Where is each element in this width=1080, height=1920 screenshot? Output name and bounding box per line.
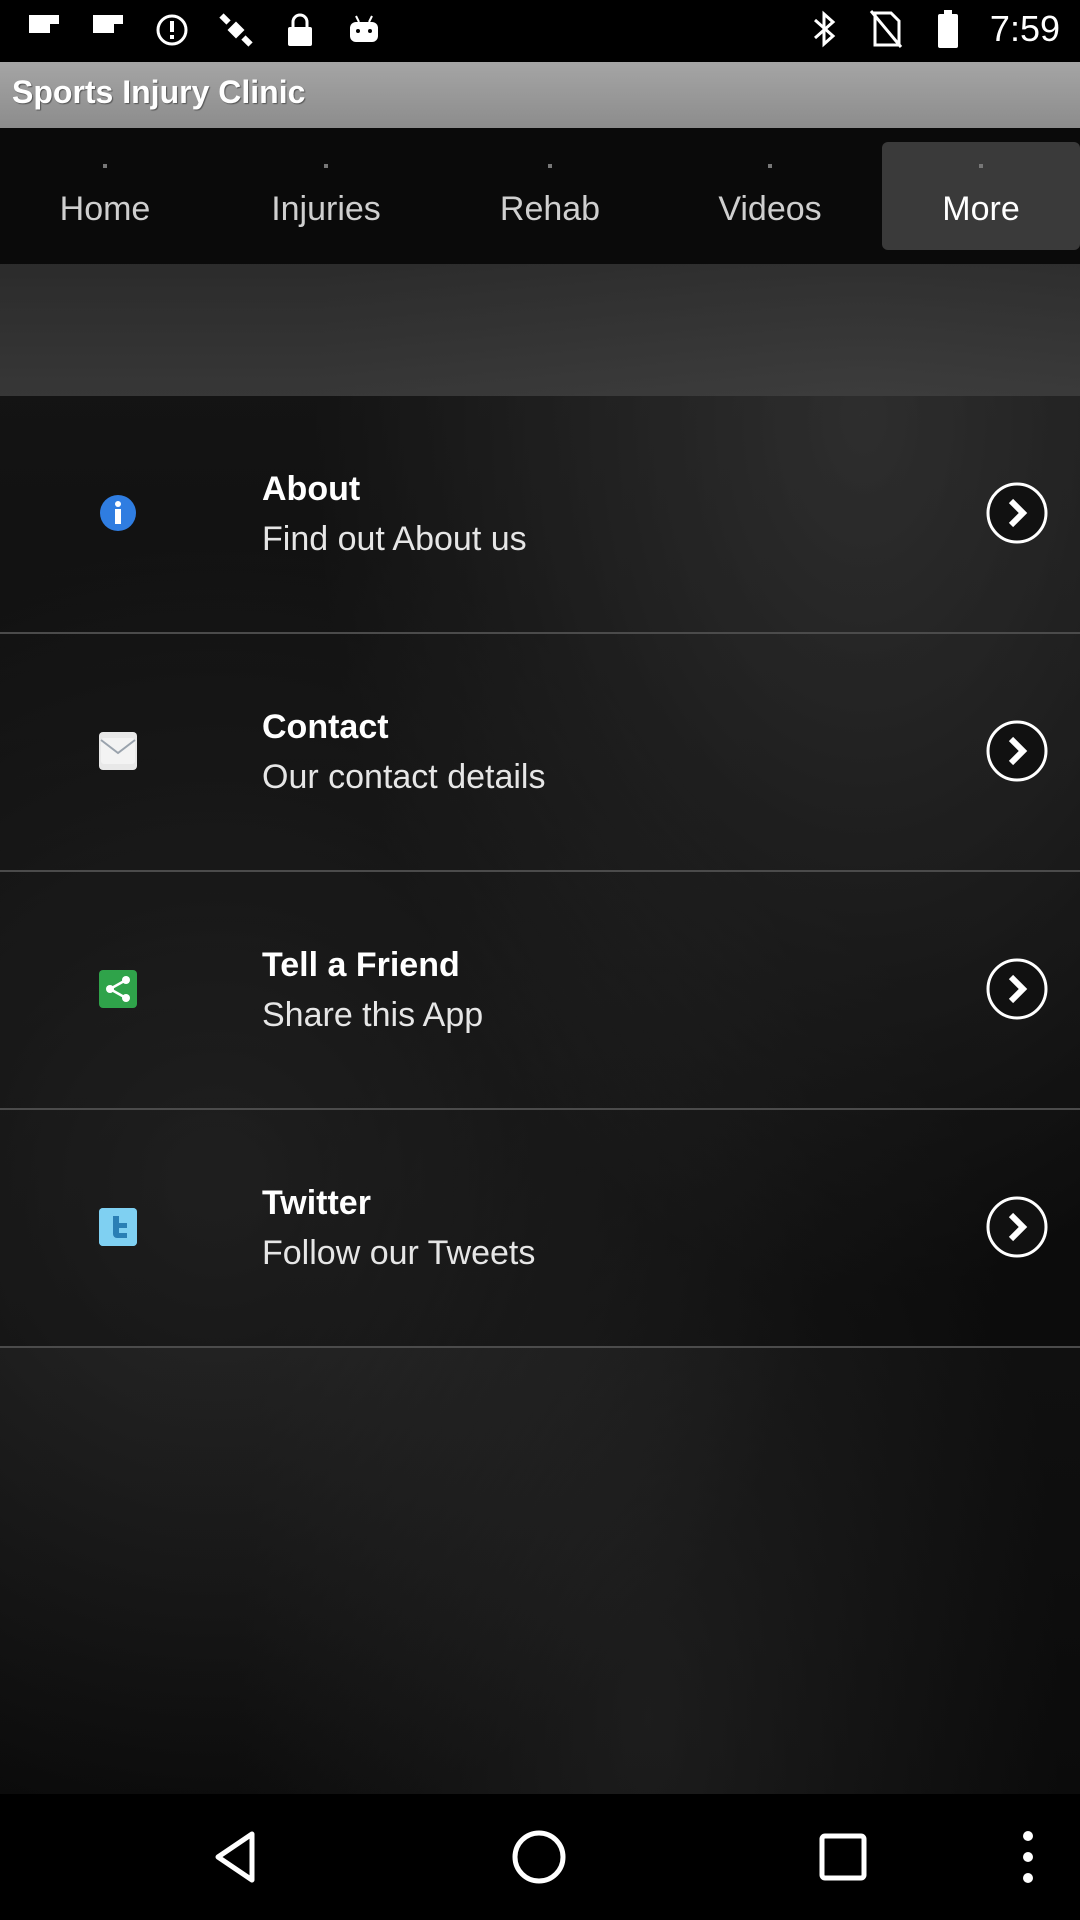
list-item-tell-a-friend[interactable]: Tell a Friend Share this App: [0, 872, 1080, 1110]
list-item-subtitle: Find out About us: [262, 520, 527, 558]
status-bar: 7:59: [0, 0, 1080, 62]
chevron-right-icon[interactable]: [986, 482, 1048, 544]
clock: 7:59: [989, 8, 1060, 49]
overflow-menu-icon[interactable]: [1008, 1824, 1048, 1890]
list-item-subtitle: Follow our Tweets: [262, 1234, 536, 1272]
tab-label: Rehab: [499, 189, 601, 228]
more-menu-content: About Find out About us Contact Our cont…: [0, 264, 1080, 1794]
tab-label: Videos: [718, 189, 822, 228]
twitter-icon: [99, 1208, 137, 1246]
list-item-title: Contact: [262, 708, 389, 746]
list-item-twitter[interactable]: Twitter Follow our Tweets: [0, 1110, 1080, 1348]
header-band: [0, 264, 1080, 396]
tab-indicator-dot: [768, 163, 772, 168]
list-item-about[interactable]: About Find out About us: [0, 396, 1080, 634]
tab-indicator-dot: [103, 163, 107, 168]
no-sim-icon: [866, 9, 906, 49]
home-icon[interactable]: [506, 1824, 572, 1890]
chevron-right-icon[interactable]: [986, 1196, 1048, 1258]
tab-indicator-dot: [548, 163, 552, 168]
info-icon: [99, 494, 137, 532]
satellite-icon: [216, 10, 256, 50]
tab-injuries[interactable]: Injuries: [216, 142, 436, 250]
tab-bar: Home Injuries Rehab Videos More: [0, 128, 1080, 264]
back-icon[interactable]: [204, 1824, 270, 1890]
alert-circle-icon: [152, 10, 192, 50]
recents-icon[interactable]: [810, 1824, 876, 1890]
tab-indicator-dot: [979, 163, 983, 168]
system-nav-bar: [0, 1794, 1080, 1920]
flipboard-icon: [88, 10, 128, 50]
android-icon: [344, 10, 384, 50]
share-icon: [99, 970, 137, 1008]
list-item-title: Twitter: [262, 1184, 371, 1222]
lock-icon: [280, 10, 320, 50]
tab-rehab[interactable]: Rehab: [440, 142, 660, 250]
app-title-bar: Sports Injury Clinic: [0, 62, 1080, 128]
tab-label: Injuries: [271, 189, 381, 228]
tab-home[interactable]: Home: [0, 142, 210, 250]
tab-more[interactable]: More: [882, 142, 1080, 250]
tab-indicator-dot: [324, 163, 328, 168]
list-item-title: Tell a Friend: [262, 946, 460, 984]
mail-icon: [99, 732, 137, 770]
list-item-subtitle: Share this App: [262, 996, 484, 1034]
list-item-contact[interactable]: Contact Our contact details: [0, 634, 1080, 872]
flipboard-icon: [24, 10, 64, 50]
app-title: Sports Injury Clinic: [12, 74, 306, 110]
bluetooth-icon: [804, 9, 844, 49]
list-item-title: About: [262, 470, 361, 508]
chevron-right-icon[interactable]: [986, 720, 1048, 782]
chevron-right-icon[interactable]: [986, 958, 1048, 1020]
battery-icon: [928, 9, 968, 49]
tab-label: More: [942, 189, 1020, 228]
tab-label: Home: [59, 189, 151, 228]
tab-videos[interactable]: Videos: [660, 142, 880, 250]
list-item-subtitle: Our contact details: [262, 758, 546, 796]
